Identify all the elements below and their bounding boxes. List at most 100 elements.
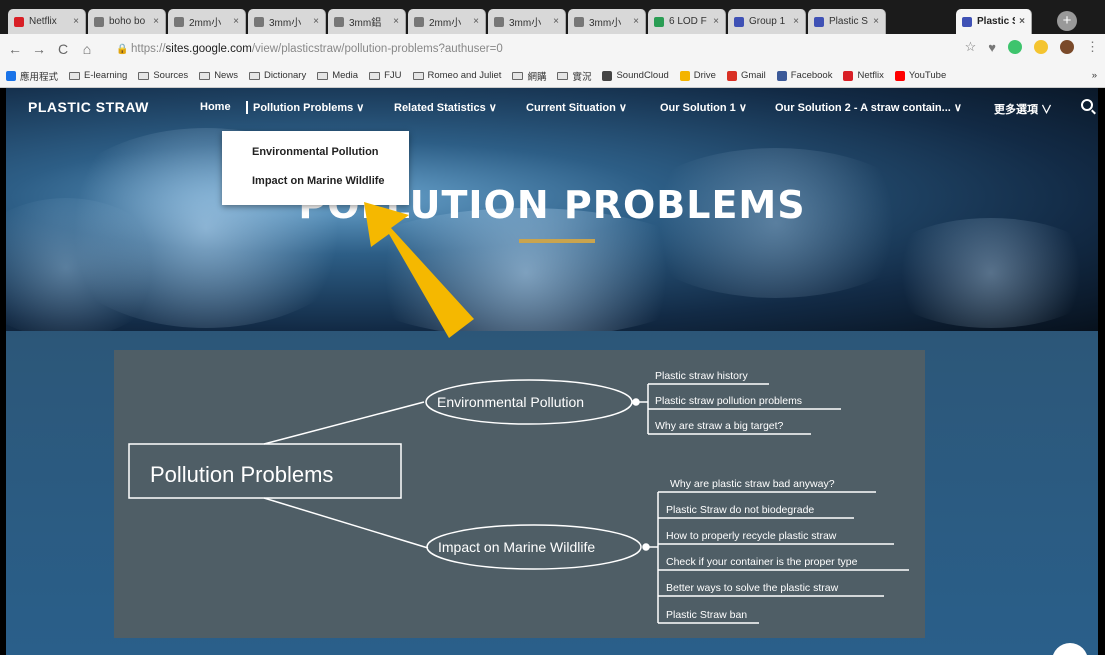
tab-close-icon[interactable]: × bbox=[793, 16, 799, 27]
mind-map-branch-environmental: Environmental Pollution bbox=[437, 394, 585, 410]
nav-related-statistics[interactable]: Related Statistics ∨ bbox=[394, 101, 497, 114]
bookmark-item[interactable]: Media bbox=[317, 70, 358, 81]
tab-close-icon[interactable]: × bbox=[473, 16, 479, 27]
site-favicon-icon bbox=[726, 70, 737, 81]
dropdown-item-impact-marine-wildlife[interactable]: Impact on Marine Wildlife bbox=[252, 175, 385, 187]
bookmark-item[interactable]: Netflix bbox=[843, 70, 884, 81]
site-logo[interactable]: PLASTIC STRAW bbox=[28, 99, 149, 115]
browser-tab[interactable]: 3mm小 × bbox=[568, 9, 646, 34]
bookmark-item[interactable]: News bbox=[199, 70, 238, 81]
forward-icon[interactable]: → bbox=[30, 41, 48, 57]
bookmark-item[interactable]: SoundCloud bbox=[602, 70, 669, 81]
bookmarks-bar: 應用程式 E-learning Sources News Dictionary Media… bbox=[0, 64, 1105, 88]
bookmark-item[interactable]: Romeo and Juliet bbox=[412, 70, 501, 81]
bookmark-item[interactable]: Facebook bbox=[776, 70, 832, 81]
nav-our-solution-1[interactable]: Our Solution 1 ∨ bbox=[660, 101, 747, 114]
nav-our-solution-2[interactable]: Our Solution 2 - A straw contain... ∨ bbox=[775, 101, 962, 114]
bookmark-item[interactable]: Dictionary bbox=[248, 70, 306, 81]
browser-tab[interactable]: 2mm小 × bbox=[408, 9, 486, 34]
browser-tab[interactable]: Netflix × bbox=[8, 9, 86, 34]
mind-map-leaf: Plastic Straw do not biodegrade bbox=[666, 504, 815, 516]
nav-current-situation[interactable]: Current Situation ∨ bbox=[526, 101, 627, 114]
profile-avatar[interactable] bbox=[1060, 40, 1074, 54]
site-favicon-icon bbox=[602, 70, 613, 81]
apps-grid-icon bbox=[6, 70, 16, 81]
menu-icon[interactable]: ⋮ bbox=[1086, 39, 1099, 55]
tab-close-icon[interactable]: × bbox=[553, 16, 559, 27]
tab-close-icon[interactable]: × bbox=[1019, 16, 1025, 27]
hero-banner: POLLUTION PROBLEMS PLASTIC STRAW Home Po… bbox=[6, 88, 1098, 331]
bookmark-item[interactable]: YouTube bbox=[894, 70, 946, 81]
bookmark-item[interactable]: FJU bbox=[369, 70, 402, 81]
home-icon[interactable]: ⌂ bbox=[78, 41, 96, 57]
tab-close-icon[interactable]: × bbox=[393, 16, 399, 27]
tab-title: Plastic S bbox=[977, 16, 1016, 27]
browser-tab[interactable]: 3mm鋁 × bbox=[328, 9, 406, 34]
nav-pollution-problems[interactable]: Pollution Problems ∨ bbox=[246, 101, 364, 114]
bookmark-star-icon[interactable]: ☆ bbox=[965, 39, 977, 55]
dropdown-item-environmental-pollution[interactable]: Environmental Pollution bbox=[252, 146, 379, 158]
browser-tab[interactable]: 3mm小 × bbox=[248, 9, 326, 34]
search-icon[interactable] bbox=[1081, 99, 1093, 111]
tab-favicon-icon bbox=[734, 16, 744, 27]
tab-title: 2mm小 bbox=[429, 18, 462, 29]
mind-map-root: Pollution Problems bbox=[150, 462, 334, 487]
tab-title: Plastic S bbox=[829, 16, 868, 27]
bookmark-item[interactable]: 應用程式 bbox=[6, 69, 58, 83]
bookmark-label: FJU bbox=[384, 70, 402, 81]
title-underline bbox=[519, 239, 595, 243]
browser-tab-bar: Netflix × boho bo × 2mm小 × 3mm小 × 3mm鋁 × 2mm小 × 3mm小… bbox=[0, 0, 1105, 34]
site-favicon-icon bbox=[776, 70, 787, 81]
tab-close-icon[interactable]: × bbox=[153, 16, 159, 27]
bookmark-label: Media bbox=[332, 70, 359, 81]
browser-tab[interactable]: Plastic S × bbox=[956, 9, 1032, 34]
mind-map-image: Pollution Problems Environmental Polluti… bbox=[114, 350, 925, 638]
browser-tab[interactable]: boho bo × bbox=[88, 9, 166, 34]
tab-close-icon[interactable]: × bbox=[873, 16, 879, 27]
bookmarks-overflow-icon[interactable]: » bbox=[1092, 70, 1097, 81]
browser-tab[interactable]: 3mm小 × bbox=[488, 9, 566, 34]
bookmark-item[interactable]: 網購 bbox=[512, 69, 546, 83]
lock-icon: 🔒 bbox=[116, 44, 129, 55]
address-bar[interactable]: 🔒 https:// sites.google.com /view/plasti… bbox=[116, 37, 952, 61]
bookmark-item[interactable]: Gmail bbox=[726, 70, 766, 81]
browser-toolbar: ← → C ⌂ 🔒 https:// sites.google.com /vie… bbox=[0, 34, 1105, 64]
site-favicon-icon bbox=[679, 70, 690, 81]
back-icon[interactable]: ← bbox=[6, 41, 24, 57]
nav-more-options[interactable]: 更多選項 ∨ bbox=[994, 101, 1052, 117]
bookmark-item[interactable]: Drive bbox=[679, 70, 716, 81]
reload-icon[interactable]: C bbox=[54, 41, 72, 57]
extension-icon[interactable]: ♥ bbox=[988, 40, 996, 55]
browser-tab[interactable]: 2mm小 × bbox=[168, 9, 246, 34]
mind-map-leaf: Check if your container is the proper ty… bbox=[666, 556, 858, 568]
site-favicon-icon bbox=[894, 70, 905, 81]
nav-home[interactable]: Home bbox=[200, 101, 231, 113]
tab-title: 3mm小 bbox=[269, 18, 302, 29]
tab-close-icon[interactable]: × bbox=[73, 16, 79, 27]
mind-map-leaf: How to properly recycle plastic straw bbox=[666, 530, 837, 542]
browser-tab[interactable]: Plastic S × bbox=[808, 9, 886, 34]
browser-tab[interactable]: Group 1 × bbox=[728, 9, 806, 34]
tab-close-icon[interactable]: × bbox=[713, 16, 719, 27]
tab-close-icon[interactable]: × bbox=[313, 16, 319, 27]
tab-favicon-icon bbox=[654, 16, 664, 27]
browser-tab[interactable]: 6 LOD F × bbox=[648, 9, 726, 34]
tab-favicon-icon bbox=[14, 16, 24, 27]
folder-icon bbox=[199, 71, 211, 80]
tab-favicon-icon bbox=[414, 16, 424, 27]
tab-close-icon[interactable]: × bbox=[233, 16, 239, 27]
tab-close-icon[interactable]: × bbox=[633, 16, 639, 27]
new-tab-button[interactable]: + bbox=[1057, 11, 1077, 31]
bookmark-item[interactable]: E-learning bbox=[69, 70, 127, 81]
bookmark-item[interactable]: Sources bbox=[138, 70, 188, 81]
site-favicon-icon bbox=[843, 70, 854, 81]
tab-favicon-icon bbox=[174, 16, 184, 27]
extension-green-icon[interactable] bbox=[1008, 40, 1022, 54]
bookmark-label: Netflix bbox=[857, 70, 884, 81]
tab-title: Netflix bbox=[29, 16, 57, 27]
bookmark-item[interactable]: 實況 bbox=[557, 69, 591, 83]
tab-favicon-icon bbox=[574, 16, 584, 27]
floating-action-button[interactable] bbox=[1052, 643, 1088, 655]
site-navigation: PLASTIC STRAW Home Pollution Problems ∨ … bbox=[6, 88, 1098, 126]
extension-yellow-icon[interactable] bbox=[1034, 40, 1048, 54]
